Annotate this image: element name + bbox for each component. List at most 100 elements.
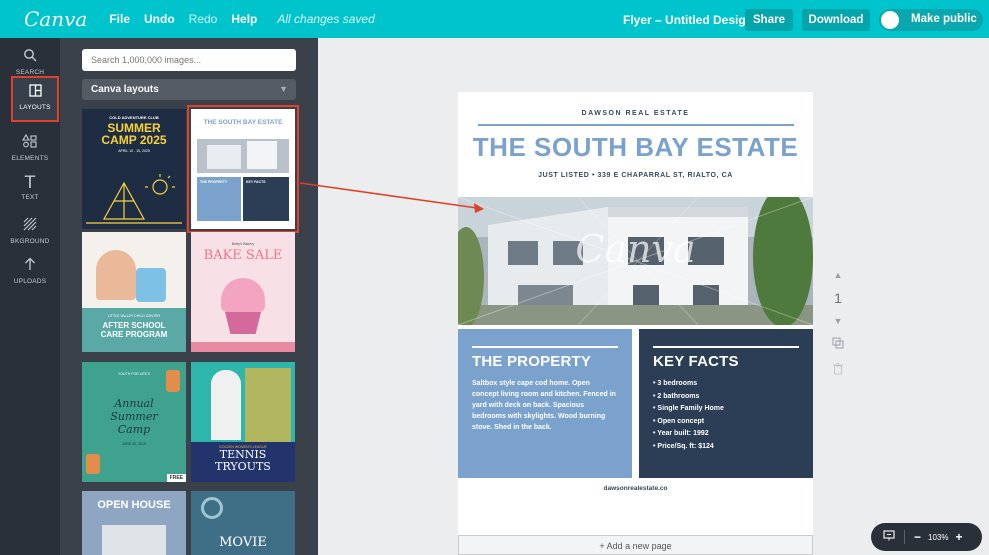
flyer-title[interactable]: THE SOUTH BAY ESTATE xyxy=(458,132,813,163)
rail-elements[interactable]: ELEMENTS xyxy=(0,128,60,172)
move-up-icon[interactable]: ▲ xyxy=(828,270,848,280)
thumb-text: Summer xyxy=(110,410,158,423)
zoom-level: 103% xyxy=(928,532,949,542)
property-heading[interactable]: THE PROPERTY xyxy=(472,353,618,370)
tent-illustration xyxy=(86,174,182,224)
layouts-dropdown[interactable]: Canva layouts ▼ xyxy=(82,79,296,100)
zoom-control: − 103% + xyxy=(871,523,982,551)
thumb-text: Camp xyxy=(117,423,151,436)
image-search-input[interactable] xyxy=(82,49,296,71)
menu-help[interactable]: Help xyxy=(231,12,257,26)
thumb-text: CAMP 2025 xyxy=(101,133,167,147)
thumb-band: LITTLE VALLEY CHILD CENTER AFTER SCHOOL … xyxy=(82,308,186,352)
delete-icon[interactable] xyxy=(828,362,848,380)
flyer-page[interactable]: DAWSON REAL ESTATE THE SOUTH BAY ESTATE … xyxy=(458,92,813,540)
layout-thumb-tennis[interactable]: GOLDEN WOMEN'S LEAGUE TENNIS TRYOUTS xyxy=(191,362,295,482)
rail-uploads-label: UPLOADS xyxy=(13,278,47,285)
elements-icon xyxy=(0,133,60,152)
menu-undo[interactable]: Undo xyxy=(144,12,175,26)
page-number: 1 xyxy=(834,290,842,306)
flyer-brand[interactable]: DAWSON REAL ESTATE xyxy=(458,110,813,117)
thumb-text: OPEN HOUSE xyxy=(97,499,171,511)
menu-redo[interactable]: Redo xyxy=(189,12,218,26)
facts-box[interactable]: KEY FACTS • 3 bedrooms • 2 bathrooms • S… xyxy=(639,329,813,478)
layouts-icon xyxy=(13,84,57,101)
text-icon: T xyxy=(24,173,36,193)
rail-search-label: SEARCH xyxy=(15,69,45,76)
upload-icon xyxy=(0,257,60,275)
rail-uploads[interactable]: UPLOADS xyxy=(0,251,60,295)
rail-background-label: BKGROUND xyxy=(10,238,50,245)
thumb-text: JUNE 20, 2019 xyxy=(122,442,146,446)
thumb-text: COLD ADVENTURE CLUB xyxy=(109,115,159,120)
canva-logo[interactable]: Canva xyxy=(24,7,87,31)
facts-heading[interactable]: KEY FACTS xyxy=(653,353,799,370)
dropdown-value: Canva layouts xyxy=(91,84,159,95)
presentation-icon[interactable] xyxy=(883,530,895,544)
fact-item: • 3 bedrooms xyxy=(653,380,698,387)
fact-item: • Year built: 1992 xyxy=(653,430,709,437)
zoom-in-button[interactable]: + xyxy=(955,530,962,544)
download-button[interactable]: Download xyxy=(802,9,870,31)
layout-thumb-after-school[interactable]: LITTLE VALLEY CHILD CENTER AFTER SCHOOL … xyxy=(82,232,186,352)
layout-thumb-movie[interactable]: MOVIE xyxy=(191,491,295,555)
thumb-text: THE SOUTH BAY ESTATE xyxy=(203,119,283,126)
flyer-url[interactable]: dawsonrealestate.co xyxy=(458,485,813,492)
top-bar: Canva File Undo Redo Help All changes sa… xyxy=(0,0,989,38)
flyer-divider xyxy=(478,124,794,126)
rail-background[interactable]: BKGROUND xyxy=(0,211,60,255)
thumb-box: THE PROPERTY xyxy=(197,177,241,221)
flyer-subtitle[interactable]: JUST LISTED • 339 E CHAPARRAL ST, RIALTO… xyxy=(458,172,813,179)
toggle-knob xyxy=(881,11,899,29)
zoom-divider xyxy=(904,530,905,544)
layout-thumb-south-bay[interactable]: THE SOUTH BAY ESTATE THE PROPERTY KEY FA… xyxy=(187,105,299,233)
fact-item: • Single Family Home xyxy=(653,405,724,412)
page-tools: ▲ 1 ▼ xyxy=(828,270,848,380)
layouts-panel: Canva layouts ▼ COLD ADVENTURE CLUB SUMM… xyxy=(60,38,318,555)
rail-text[interactable]: T TEXT xyxy=(0,169,60,213)
zoom-out-button[interactable]: − xyxy=(914,530,921,544)
search-icon xyxy=(0,48,60,66)
make-public-label: Make public xyxy=(911,13,977,25)
design-canvas: DAWSON REAL ESTATE THE SOUTH BAY ESTATE … xyxy=(318,38,989,555)
chevron-down-icon: ▼ xyxy=(279,84,288,94)
thumb-text: BAKE SALE xyxy=(203,248,283,263)
facts-list[interactable]: • 3 bedrooms • 2 bathrooms • Single Fami… xyxy=(653,378,799,453)
thumb-text: Betty's Bakery xyxy=(231,242,255,246)
thumb-text: MOVIE xyxy=(219,535,267,550)
move-down-icon[interactable]: ▼ xyxy=(828,316,848,326)
rail-text-label: TEXT xyxy=(21,194,39,201)
layout-thumb-bake-sale[interactable]: Betty's Bakery BAKE SALE xyxy=(191,232,295,352)
thumb-box: KEY FACTS xyxy=(243,177,289,221)
layout-thumb-summer-camp[interactable]: COLD ADVENTURE CLUB SUMMER CAMP 2025 APR… xyxy=(82,109,186,229)
cupcake xyxy=(221,278,265,312)
thumb-text: APRIL 10 - 15, 2025 xyxy=(118,149,150,153)
rail-layouts-label: LAYOUTS xyxy=(19,104,51,111)
free-badge: FREE xyxy=(166,474,186,482)
side-rail: SEARCH LAYOUTS ELEMENTS T TEXT BKGROUND … xyxy=(0,38,60,555)
canva-watermark: Canva xyxy=(575,227,696,271)
property-box[interactable]: THE PROPERTY Saltbox style cape cod home… xyxy=(458,329,632,478)
save-status: All changes saved xyxy=(277,12,375,26)
thumb-photo xyxy=(197,139,289,173)
thumb-text: Annual xyxy=(114,397,154,410)
house-photo[interactable]: Canva xyxy=(458,197,813,325)
box-divider xyxy=(472,346,618,348)
fact-item: • Open concept xyxy=(653,417,705,425)
property-text[interactable]: Saltbox style cape cod home. Open concep… xyxy=(472,378,618,433)
duplicate-icon[interactable] xyxy=(828,336,848,354)
rail-layouts[interactable]: LAYOUTS xyxy=(11,76,59,122)
make-public-toggle[interactable]: Make public xyxy=(879,9,983,31)
rail-elements-label: ELEMENTS xyxy=(11,155,49,162)
fact-item: • 2 bathrooms xyxy=(653,392,700,400)
design-title[interactable]: Flyer – Untitled Design xyxy=(623,13,753,27)
add-page-button[interactable]: + Add a new page xyxy=(458,535,813,555)
fact-item: • Price/Sq. ft: $124 xyxy=(653,442,714,450)
background-icon xyxy=(0,217,60,235)
layout-thumb-open-house[interactable]: OPEN HOUSE xyxy=(82,491,186,555)
share-button[interactable]: Share xyxy=(745,9,793,31)
box-divider xyxy=(653,346,799,348)
menu-file[interactable]: File xyxy=(109,12,130,26)
layout-thumb-annual-camp[interactable]: YOUTH FOR LIFE'S Annual Summer Camp JUNE… xyxy=(82,362,186,482)
tennis-photo xyxy=(191,362,295,442)
